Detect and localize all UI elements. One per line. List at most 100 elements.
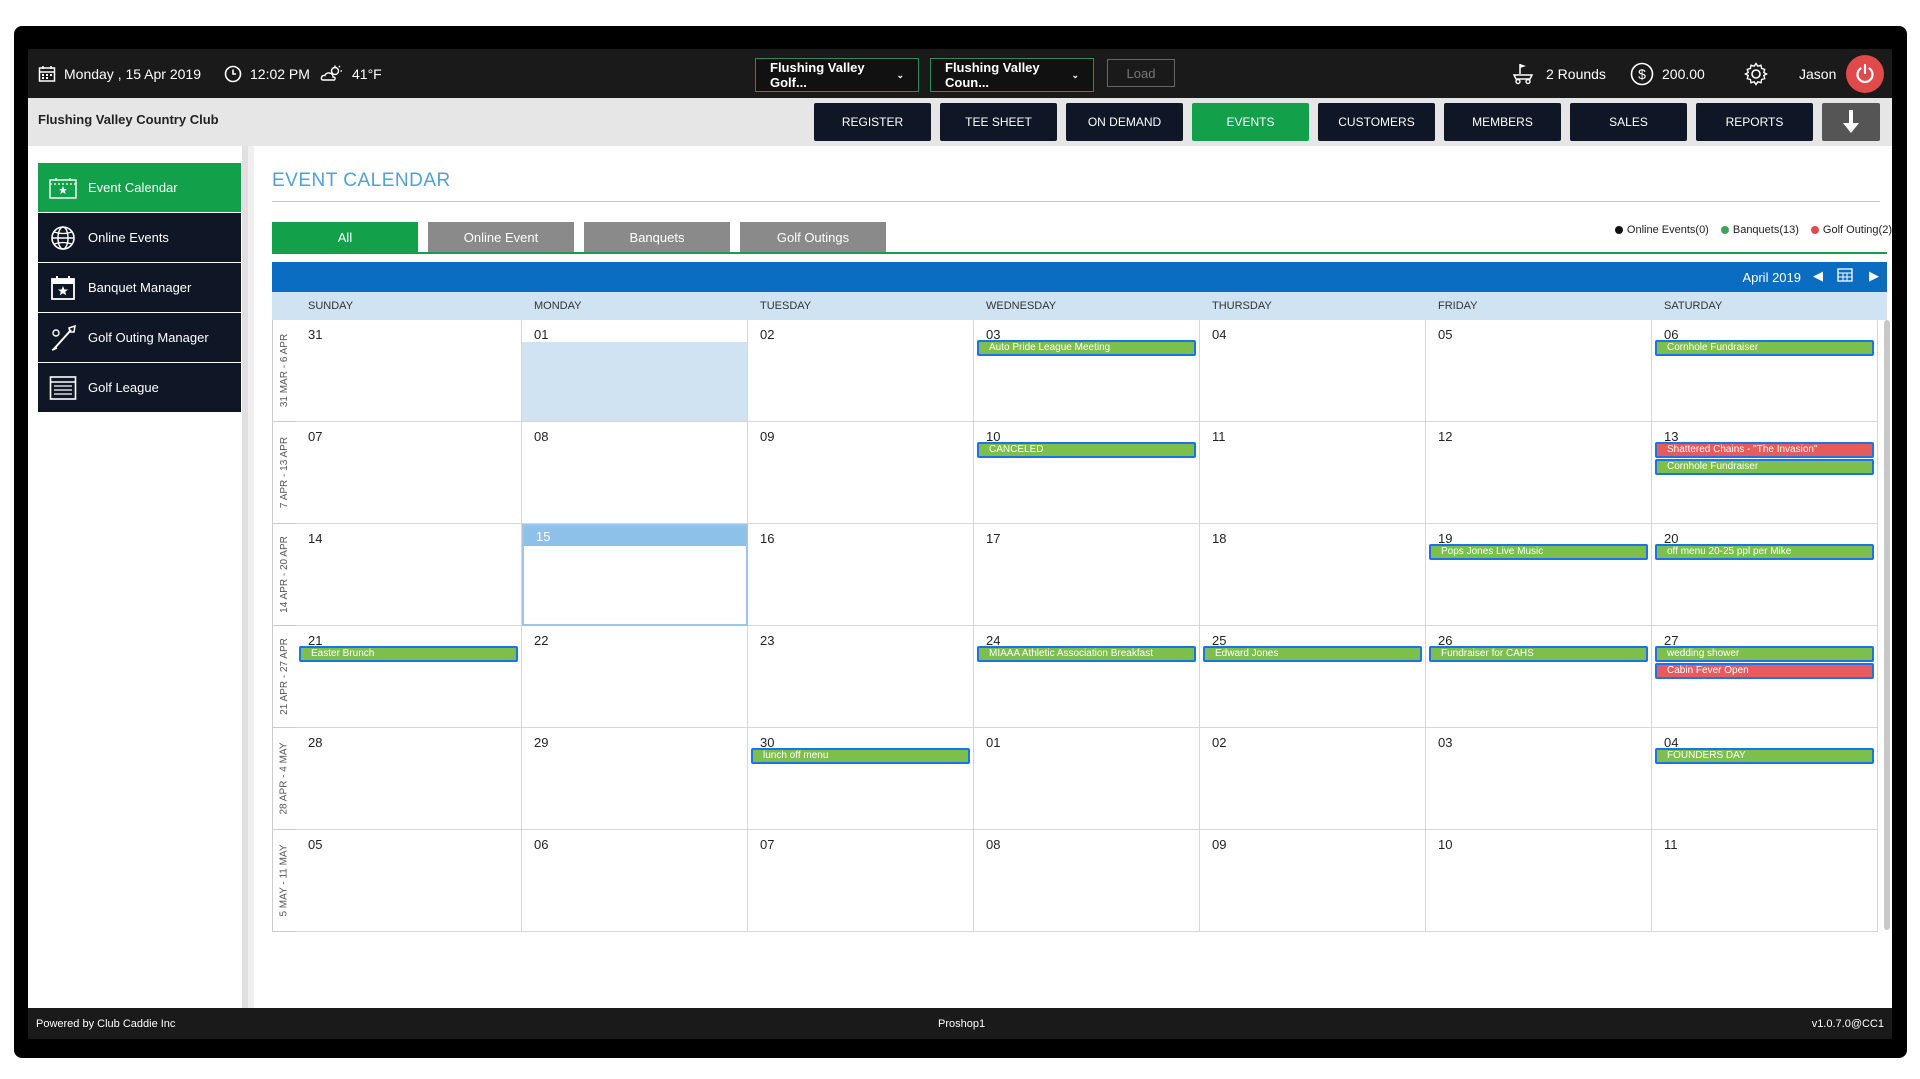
nav-register[interactable]: REGISTER [814,103,931,141]
user-name[interactable]: Jason [1799,49,1836,98]
calendar-day[interactable]: 31 [296,320,522,422]
view-toggle-icon[interactable] [1837,268,1853,285]
sidebar-item-banquet-manager[interactable]: Banquet Manager [38,263,241,312]
nav-events[interactable]: EVENTS [1192,103,1309,141]
calendar-day[interactable]: 29 [522,728,748,830]
day-number: 17 [986,531,1001,546]
calendar-day[interactable]: 09 [1200,830,1426,932]
filter-tab-all[interactable]: All [272,222,418,252]
calendar-scrollbar[interactable] [1884,320,1890,930]
calendar-event[interactable]: Cornhole Fundraiser [1655,459,1874,475]
calendar-event[interactable]: MIAAA Athletic Association Breakfast [977,646,1196,662]
load-button[interactable]: Load [1107,59,1175,87]
calendar-day[interactable]: 02 [1200,728,1426,830]
prev-month-icon[interactable]: ◀ [1813,268,1823,284]
calendar-event[interactable]: Easter Brunch [299,646,518,662]
calendar-day[interactable]: 27 wedding shower Cabin Fever Open [1652,626,1878,728]
calendar-day[interactable]: 20 off menu 20-25 ppl per Mike [1652,524,1878,626]
calendar-day[interactable]: 17 [974,524,1200,626]
week-label: 5 MAY - 11 MAY [272,830,296,932]
calendar-day[interactable]: 18 [1200,524,1426,626]
calendar-event[interactable]: Auto Pride League Meeting [977,340,1196,356]
nav-reports[interactable]: REPORTS [1696,103,1813,141]
calendar-day[interactable]: 28 [296,728,522,830]
calendar-day[interactable]: 01 [522,320,748,422]
calendar-day[interactable]: 07 [296,422,522,524]
day-number: 08 [534,429,549,444]
calendar-event[interactable]: lunch off menu [751,748,970,764]
calendar-day[interactable]: 10 CANCELED [974,422,1200,524]
sidebar-item-event-calendar[interactable]: Event Calendar [38,163,241,212]
calendar-day[interactable]: 11 [1652,830,1878,932]
calendar-day[interactable]: 16 [748,524,974,626]
filter-tab-banquets[interactable]: Banquets [584,222,730,252]
rounds-display[interactable]: 2 Rounds [1512,49,1606,98]
day-number: 07 [308,429,323,444]
legend-dot [1720,226,1729,234]
nav-tee-sheet[interactable]: TEE SHEET [940,103,1057,141]
calendar-day[interactable]: 07 [748,830,974,932]
nav-sales[interactable]: SALES [1570,103,1687,141]
calendar-day[interactable]: 01 [974,728,1200,830]
calendar-event[interactable]: Cabin Fever Open [1655,663,1874,679]
calendar-day[interactable]: 08 [522,422,748,524]
calendar-day[interactable]: 02 [748,320,974,422]
calendar-day[interactable]: 08 [974,830,1200,932]
legend-dot [1614,226,1623,234]
week-label: 21 APR - 27 APR [272,626,296,728]
calendar-day[interactable]: 03 [1426,728,1652,830]
calendar-event[interactable]: off menu 20-25 ppl per Mike [1655,544,1874,560]
calendar-event[interactable]: Pops Jones Live Music [1429,544,1648,560]
calendar-day[interactable]: 26 Fundraiser for CAHS [1426,626,1652,728]
club-select[interactable]: Flushing Valley Coun... ⌄ [930,58,1094,92]
day-number: 05 [1438,327,1453,342]
course-select[interactable]: Flushing Valley Golf... ⌄ [755,58,919,92]
balance-text: 200.00 [1662,65,1705,82]
calendar-event[interactable]: wedding shower [1655,646,1874,662]
calendar-day[interactable]: 06 [522,830,748,932]
sidebar-item-golf-outing-manager[interactable]: Golf Outing Manager [38,313,241,362]
logout-button[interactable] [1846,55,1884,93]
filter-tab-online-event[interactable]: Online Event [428,222,574,252]
filter-tab-golf-outings[interactable]: Golf Outings [740,222,886,252]
calendar-day[interactable]: 04 [1200,320,1426,422]
golf-club-icon [48,323,78,353]
calendar-day[interactable]: 05 [1426,320,1652,422]
calendar-day[interactable]: 10 [1426,830,1652,932]
nav-customers[interactable]: CUSTOMERS [1318,103,1435,141]
calendar-day[interactable]: 05 [296,830,522,932]
sidebar: Event Calendar Online Events Banquet Man… [28,146,248,1008]
calendar-day[interactable]: 03 Auto Pride League Meeting [974,320,1200,422]
settings-button[interactable] [1744,49,1768,98]
calendar-day[interactable]: 06 Cornhole Fundraiser [1652,320,1878,422]
download-button[interactable] [1822,103,1880,141]
calendar-day[interactable]: 11 [1200,422,1426,524]
calendar-event[interactable]: Fundraiser for CAHS [1429,646,1648,662]
calendar-event[interactable]: Shattered Chains - "The Invasion" [1655,442,1874,458]
calendar-day[interactable]: 09 [748,422,974,524]
calendar-day[interactable]: 30 lunch off menu [748,728,974,830]
nav-members[interactable]: MEMBERS [1444,103,1561,141]
calendar-day-today[interactable]: 15 [522,524,748,626]
calendar-day[interactable]: 21 Easter Brunch [296,626,522,728]
next-month-icon[interactable]: ▶ [1869,268,1879,284]
calendar-day[interactable]: 13 Shattered Chains - "The Invasion" Cornh… [1652,422,1878,524]
calendar-day[interactable]: 04 FOUNDERS DAY [1652,728,1878,830]
calendar-day[interactable]: 25 Edward Jones [1200,626,1426,728]
nav-on-demand[interactable]: ON DEMAND [1066,103,1183,141]
sidebar-item-online-events[interactable]: Online Events [38,213,241,262]
calendar-day[interactable]: 24 MIAAA Athletic Association Breakfast [974,626,1200,728]
calendar-day[interactable]: 14 [296,524,522,626]
calendar-event[interactable]: Edward Jones [1203,646,1422,662]
calendar-event[interactable]: Cornhole Fundraiser [1655,340,1874,356]
legend-golf-outing: Golf Outing(2) [1810,224,1892,236]
calendar-day[interactable]: 23 [748,626,974,728]
calendar-day[interactable]: 22 [522,626,748,728]
day-number: 16 [760,531,775,546]
sidebar-item-golf-league[interactable]: Golf League [38,363,241,412]
calendar-event[interactable]: CANCELED [977,442,1196,458]
balance-display[interactable]: $ 200.00 [1630,49,1705,98]
calendar-day[interactable]: 19 Pops Jones Live Music [1426,524,1652,626]
calendar-day[interactable]: 12 [1426,422,1652,524]
calendar-event[interactable]: FOUNDERS DAY [1655,748,1874,764]
